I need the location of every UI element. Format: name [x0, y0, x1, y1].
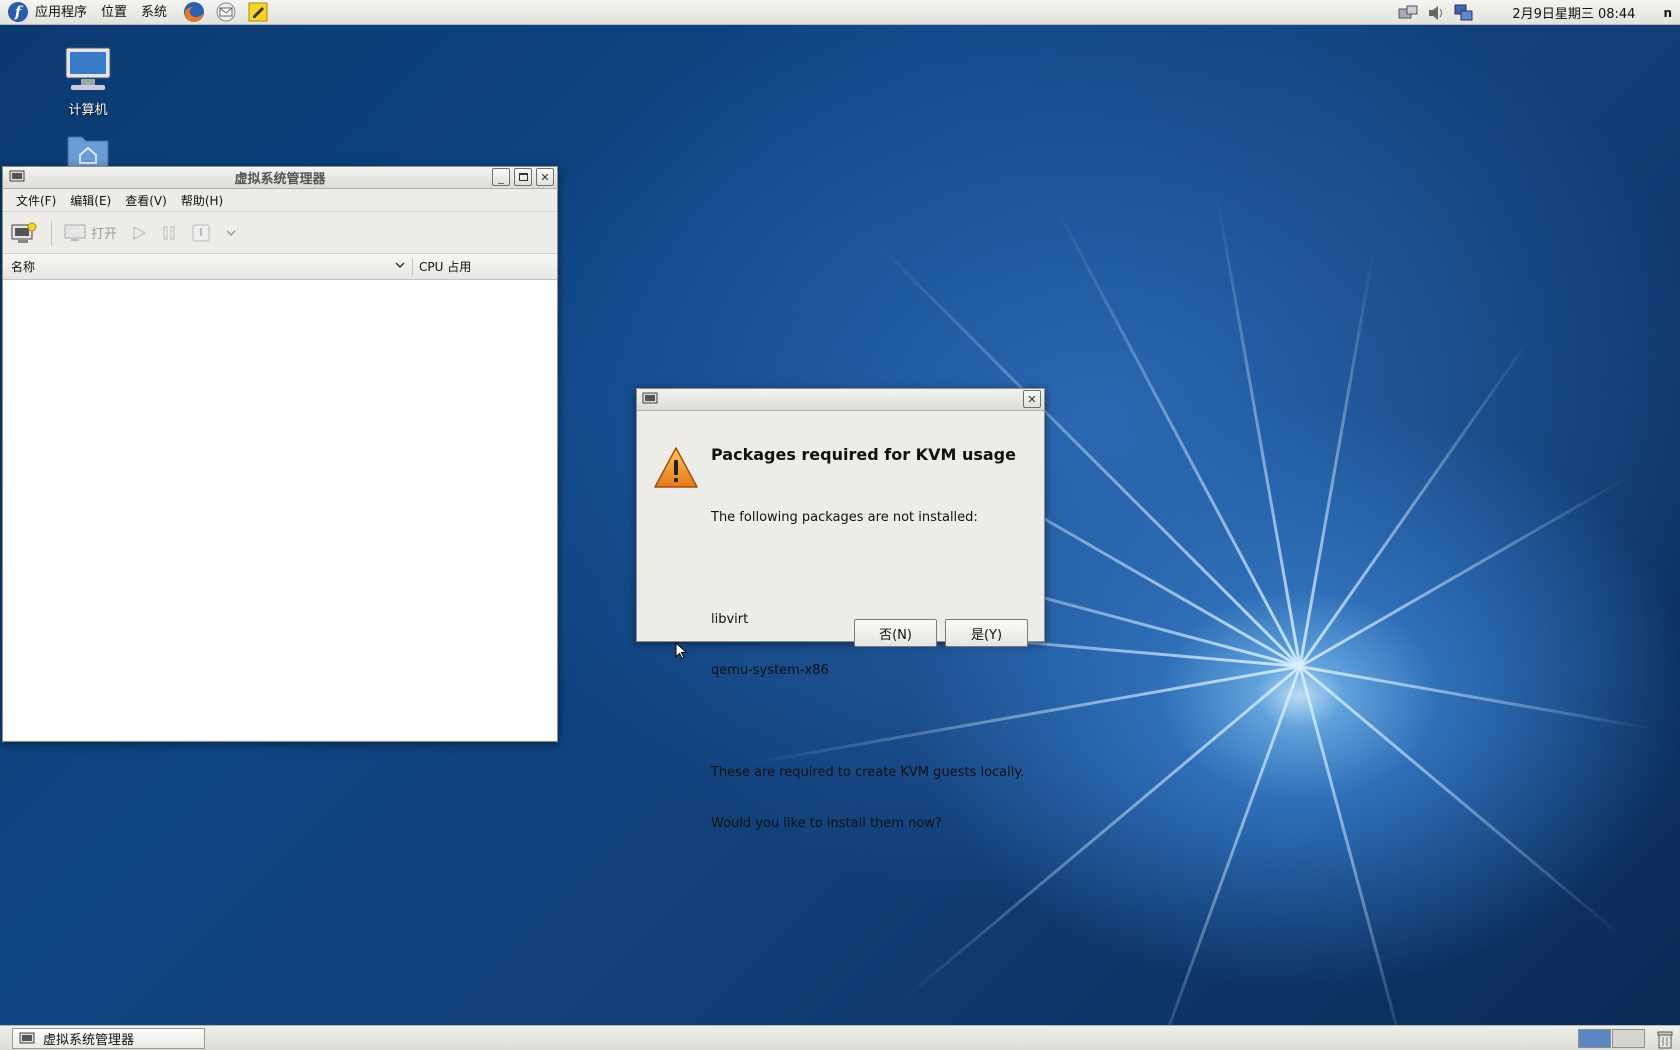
column-name-header[interactable]: 名称	[3, 258, 413, 275]
toolbar-separator	[51, 219, 52, 246]
menu-system[interactable]: 系统	[134, 0, 174, 25]
power-icon	[192, 224, 210, 241]
pause-button[interactable]	[161, 225, 177, 241]
shutdown-dropdown[interactable]	[225, 228, 237, 238]
dialog-line-3: Would you like to install them now?	[711, 816, 942, 831]
dialog-heading: Packages required for KVM usage	[711, 445, 1016, 464]
dialog-app-icon[interactable]	[642, 392, 658, 406]
warning-icon	[654, 447, 698, 488]
desktop-icon-computer-label: 计算机	[68, 103, 108, 118]
menu-view[interactable]: 查看(V)	[118, 192, 174, 209]
open-button[interactable]: 打开	[64, 223, 117, 242]
pause-icon	[163, 226, 175, 239]
close-icon: ✕	[540, 170, 550, 184]
email-launcher-icon[interactable]	[214, 0, 238, 24]
yes-button[interactable]: 是(Y)	[945, 619, 1028, 647]
trash-icon[interactable]	[1656, 1029, 1674, 1049]
dialog-close-button[interactable]: ✕	[1023, 390, 1041, 408]
dialog-message: The following packages are not installed…	[711, 475, 1024, 866]
top-panel: f 应用程序 位置 系统 2月9日星期三 08:44 n	[0, 0, 1680, 25]
dialog-line-1: The following packages are not installed…	[711, 510, 978, 525]
workspace-2[interactable]	[1612, 1029, 1645, 1048]
network-tray-icon[interactable]	[1398, 4, 1418, 22]
vm-list[interactable]	[3, 280, 557, 740]
dialog-line-2: These are required to create KVM guests …	[711, 765, 1025, 780]
window-titlebar[interactable]: 虚拟系统管理器 _ ✕	[3, 167, 557, 189]
home-folder-icon	[67, 136, 109, 168]
taskbar-button-label: 虚拟系统管理器	[43, 1033, 135, 1048]
desktop-icon-computer[interactable]: 计算机	[43, 45, 133, 118]
close-button[interactable]: ✕	[536, 168, 554, 186]
play-icon	[133, 225, 147, 240]
chevron-down-icon[interactable]	[394, 258, 406, 272]
maximize-icon	[518, 173, 528, 181]
dialog-titlebar[interactable]: ✕	[637, 389, 1044, 411]
fedora-logo-icon[interactable]: f	[8, 2, 28, 22]
window-title: 虚拟系统管理器	[234, 172, 326, 187]
menu-edit[interactable]: 编辑(E)	[63, 192, 118, 209]
run-button[interactable]	[131, 225, 147, 241]
menu-help[interactable]: 帮助(H)	[174, 192, 230, 209]
package-item: qemu-system-x86	[711, 663, 829, 678]
column-cpu-header[interactable]: CPU 占用	[413, 258, 471, 275]
computer-icon	[65, 47, 111, 90]
notes-launcher-icon[interactable]	[246, 0, 270, 24]
column-cpu-label: CPU 占用	[419, 260, 472, 274]
minimize-button[interactable]: _	[492, 168, 510, 186]
column-name-label: 名称	[11, 260, 36, 274]
maximize-button[interactable]	[514, 168, 532, 186]
menu-file[interactable]: 文件(F)	[9, 192, 63, 209]
firefox-launcher-icon[interactable]	[182, 0, 206, 24]
desktop-icon-home[interactable]	[43, 131, 133, 171]
vm-list-header: 名称 CPU 占用	[3, 254, 557, 280]
bottom-panel: 虚拟系统管理器	[0, 1025, 1680, 1050]
chevron-down-icon	[226, 229, 236, 236]
toolbar: 打开	[3, 212, 557, 254]
virt-manager-window: 虚拟系统管理器 _ ✕ 文件(F) 编辑(E) 查看(V) 帮助(H) 打开 名…	[2, 166, 558, 742]
open-button-label: 打开	[91, 227, 118, 242]
volume-tray-icon[interactable]	[1426, 4, 1446, 22]
taskbar-button-virt-manager[interactable]: 虚拟系统管理器	[12, 1028, 205, 1049]
menu-places[interactable]: 位置	[94, 0, 134, 25]
workspace-1[interactable]	[1578, 1029, 1611, 1048]
new-vm-button[interactable]	[11, 222, 37, 244]
clock[interactable]: 2月9日星期三 08:44	[1512, 3, 1635, 22]
new-vm-icon	[11, 222, 37, 243]
user-menu[interactable]: n	[1663, 6, 1672, 20]
system-tray: 2月9日星期三 08:44 n	[1390, 0, 1680, 25]
packages-required-dialog: ✕ Packages required for KVM usage The fo…	[636, 388, 1045, 831]
shutdown-button[interactable]	[191, 223, 211, 243]
no-button[interactable]: 否(N)	[854, 619, 937, 647]
monitor-icon	[64, 224, 86, 241]
close-icon: ✕	[1027, 392, 1037, 406]
window-app-icon	[19, 1032, 35, 1043]
menu-applications[interactable]: 应用程序	[28, 0, 94, 25]
menubar: 文件(F) 编辑(E) 查看(V) 帮助(H)	[3, 189, 557, 212]
dialog-content: Packages required for KVM usage The foll…	[637, 411, 1044, 831]
network-manager-tray-icon[interactable]	[1454, 4, 1474, 22]
minimize-icon: _	[498, 170, 504, 184]
mouse-cursor-icon	[675, 642, 687, 660]
